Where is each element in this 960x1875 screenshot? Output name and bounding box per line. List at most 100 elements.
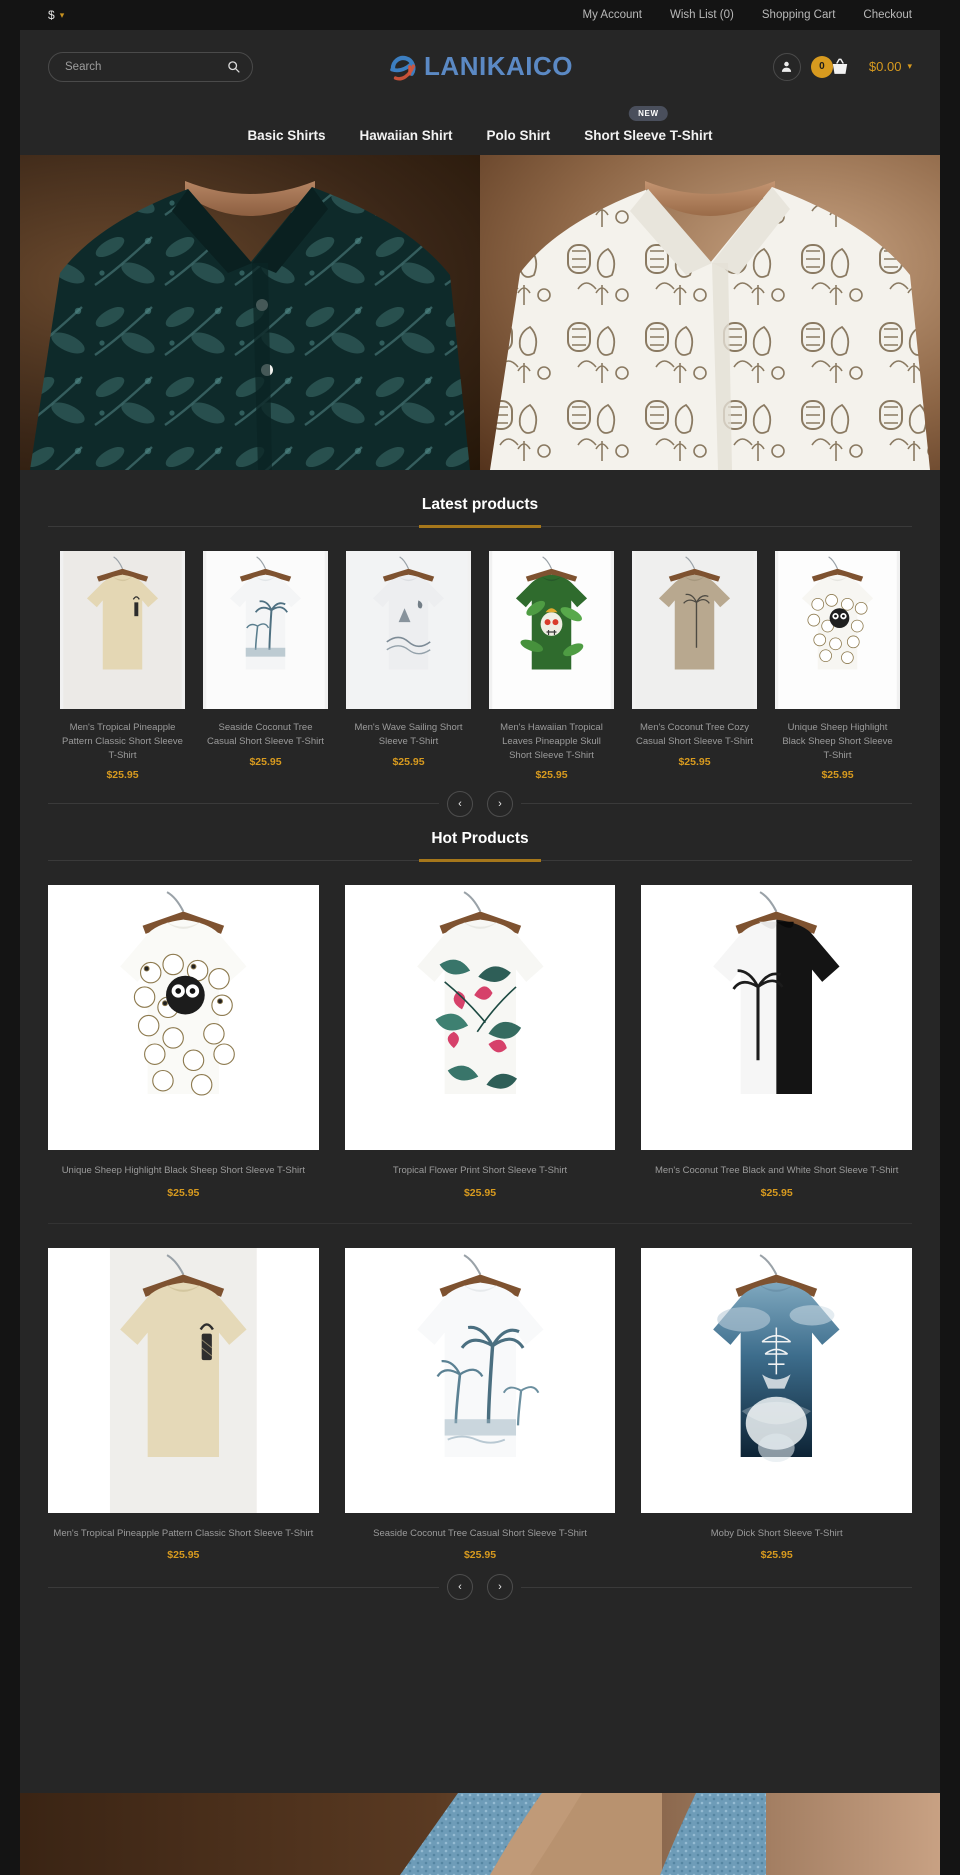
top-link-shopping-cart[interactable]: Shopping Cart: [762, 9, 836, 21]
product-card[interactable]: Men's Tropical Pineapple Pattern Classic…: [60, 551, 185, 781]
nav-item-basic-shirts[interactable]: Basic Shirts: [247, 128, 325, 143]
hot-products-row-1: Unique Sheep Highlight Black Sheep Short…: [20, 861, 940, 1199]
product-card[interactable]: Unique Sheep Highlight Black Sheep Short…: [775, 551, 900, 781]
product-thumbnail[interactable]: [344, 885, 616, 1151]
hot-title-rule: [48, 859, 912, 863]
product-thumbnail[interactable]: [48, 885, 319, 1151]
hot-title-accent: [419, 859, 541, 863]
product-thumbnail[interactable]: [632, 551, 757, 709]
product-card[interactable]: Unique Sheep Highlight Black Sheep Short…: [48, 885, 319, 1199]
product-name[interactable]: Tropical Flower Print Short Sleeve T-Shi…: [349, 1164, 612, 1178]
search-box[interactable]: [48, 51, 253, 82]
bottom-banner-image: [20, 1793, 940, 1875]
product-thumbnail[interactable]: [641, 1247, 913, 1513]
product-price: $25.95: [167, 1548, 200, 1561]
account-button[interactable]: [772, 52, 801, 81]
top-link-wish-list[interactable]: Wish List (0): [670, 9, 734, 21]
top-link-checkout[interactable]: Checkout: [863, 9, 912, 21]
product-card[interactable]: Seaside Coconut Tree Casual Short Sleeve…: [344, 1247, 616, 1561]
header-actions: 0 $0.00 ▾: [772, 52, 912, 81]
tshirt-beige-pineapple-large-image: [71, 1247, 296, 1513]
product-card[interactable]: Men's Hawaiian Tropical Leaves Pineapple…: [489, 551, 614, 781]
nav-item-short-sleeve-t-shirt[interactable]: NEW Short Sleeve T-Shirt: [584, 106, 713, 143]
product-price: $25.95: [167, 1186, 200, 1199]
tshirt-tan-palm-image: [635, 551, 754, 709]
hot-carousel-next-button[interactable]: ›: [487, 1574, 513, 1601]
product-thumbnail[interactable]: [489, 551, 614, 709]
product-card[interactable]: Men's Tropical Pineapple Pattern Classic…: [48, 1247, 319, 1561]
nav-item-hawaiian-shirt[interactable]: Hawaiian Shirt: [359, 128, 452, 143]
currency-selector[interactable]: $ ▾: [48, 8, 64, 22]
top-bar-links: My Account Wish List (0) Shopping Cart C…: [583, 9, 912, 21]
product-price: $25.95: [392, 755, 425, 768]
product-thumbnail[interactable]: [203, 551, 328, 709]
product-card[interactable]: Moby Dick Short Sleeve T-Shirt $25.95: [641, 1247, 913, 1561]
basket-icon: [832, 58, 848, 74]
nav-label: Hawaiian Shirt: [359, 128, 453, 143]
tshirt-sheep-large-image: [71, 885, 296, 1151]
top-bar: $ ▾ My Account Wish List (0) Shopping Ca…: [0, 0, 960, 30]
product-name[interactable]: Moby Dick Short Sleeve T-Shirt: [645, 1527, 908, 1541]
hero-right-shirt-image: [490, 181, 930, 470]
chevron-right-icon: ›: [498, 1581, 502, 1594]
product-price: $25.95: [760, 1548, 793, 1561]
product-thumbnail[interactable]: [48, 1247, 319, 1513]
product-name[interactable]: Seaside Coconut Tree Casual Short Sleeve…: [349, 1527, 612, 1541]
tshirt-beige-pineapple-image: [63, 551, 182, 709]
product-price: $25.95: [463, 1186, 497, 1199]
tshirt-green-skull-image: [492, 551, 611, 709]
search-icon[interactable]: [227, 60, 240, 73]
product-name[interactable]: Men's Coconut Tree Cozy Casual Short Sle…: [634, 721, 755, 749]
hot-products-title: Hot Products: [431, 830, 529, 848]
latest-products-title: Latest products: [421, 496, 539, 513]
user-icon: [782, 61, 792, 72]
product-card[interactable]: Men's Coconut Tree Black and White Short…: [641, 885, 913, 1199]
product-meta: Men's Wave Sailing Short Sleeve T-Shirt …: [346, 709, 471, 768]
main-nav: Basic Shirts Hawaiian Shirt Polo Shirt N…: [20, 103, 940, 155]
latest-title-rule: [48, 525, 912, 528]
product-name[interactable]: Men's Hawaiian Tropical Leaves Pineapple…: [491, 721, 612, 762]
search-input[interactable]: [65, 60, 227, 73]
product-meta: Men's Coconut Tree Cozy Casual Short Sle…: [632, 709, 757, 768]
product-name[interactable]: Men's Coconut Tree Black and White Short…: [645, 1164, 908, 1178]
nav-item-polo-shirt[interactable]: Polo Shirt: [487, 128, 551, 143]
product-price: $25.95: [249, 755, 282, 768]
site-shell: LANIKAICO 0 $0.00 ▾: [20, 30, 940, 1875]
product-card[interactable]: Tropical Flower Print Short Sleeve T-Shi…: [344, 885, 616, 1199]
product-name[interactable]: Men's Tropical Pineapple Pattern Classic…: [52, 1527, 315, 1541]
product-thumbnail[interactable]: [775, 551, 900, 709]
product-name[interactable]: Men's Tropical Pineapple Pattern Classic…: [62, 721, 183, 762]
page-root: $ ▾ My Account Wish List (0) Shopping Ca…: [0, 0, 960, 1875]
product-name[interactable]: Unique Sheep Highlight Black Sheep Short…: [52, 1164, 315, 1178]
hero-right: [480, 155, 940, 470]
hero-banner[interactable]: [20, 155, 940, 470]
product-name[interactable]: Men's Wave Sailing Short Sleeve T-Shirt: [348, 721, 469, 749]
product-thumbnail[interactable]: [344, 1247, 616, 1513]
hot-products-row-2: Men's Tropical Pineapple Pattern Classic…: [20, 1224, 940, 1561]
product-name[interactable]: Unique Sheep Highlight Black Sheep Short…: [777, 721, 898, 762]
product-thumbnail[interactable]: [346, 551, 471, 709]
top-link-my-account[interactable]: My Account: [583, 9, 642, 21]
bottom-banner[interactable]: [20, 1793, 940, 1875]
chevron-down-icon: ▾: [59, 9, 65, 20]
product-price: $25.95: [106, 769, 139, 782]
product-name[interactable]: Seaside Coconut Tree Casual Short Sleeve…: [205, 721, 326, 749]
hot-carousel-prev-button[interactable]: ‹: [447, 1574, 473, 1601]
cart-total[interactable]: $0.00 ▾: [869, 59, 912, 74]
product-card[interactable]: Men's Wave Sailing Short Sleeve T-Shirt …: [346, 551, 471, 781]
product-meta: Men's Coconut Tree Black and White Short…: [641, 1150, 912, 1198]
latest-title-accent: [419, 525, 541, 528]
product-thumbnail[interactable]: [60, 551, 185, 709]
product-price: $25.95: [535, 769, 568, 782]
product-price: $25.95: [760, 1186, 793, 1199]
tshirt-bw-palm-image: [664, 885, 889, 1151]
latest-products-carousel: Men's Tropical Pineapple Pattern Classic…: [20, 527, 940, 781]
cart-button[interactable]: 0: [810, 55, 850, 78]
chevron-down-icon: ▾: [907, 61, 912, 71]
product-thumbnail[interactable]: [641, 885, 913, 1151]
product-card[interactable]: Men's Coconut Tree Cozy Casual Short Sle…: [632, 551, 757, 781]
site-logo[interactable]: LANIKAICO: [387, 50, 573, 84]
product-meta: Tropical Flower Print Short Sleeve T-Shi…: [345, 1150, 616, 1198]
product-card[interactable]: Seaside Coconut Tree Casual Short Sleeve…: [203, 551, 328, 781]
chevron-left-icon: ‹: [458, 1581, 462, 1594]
